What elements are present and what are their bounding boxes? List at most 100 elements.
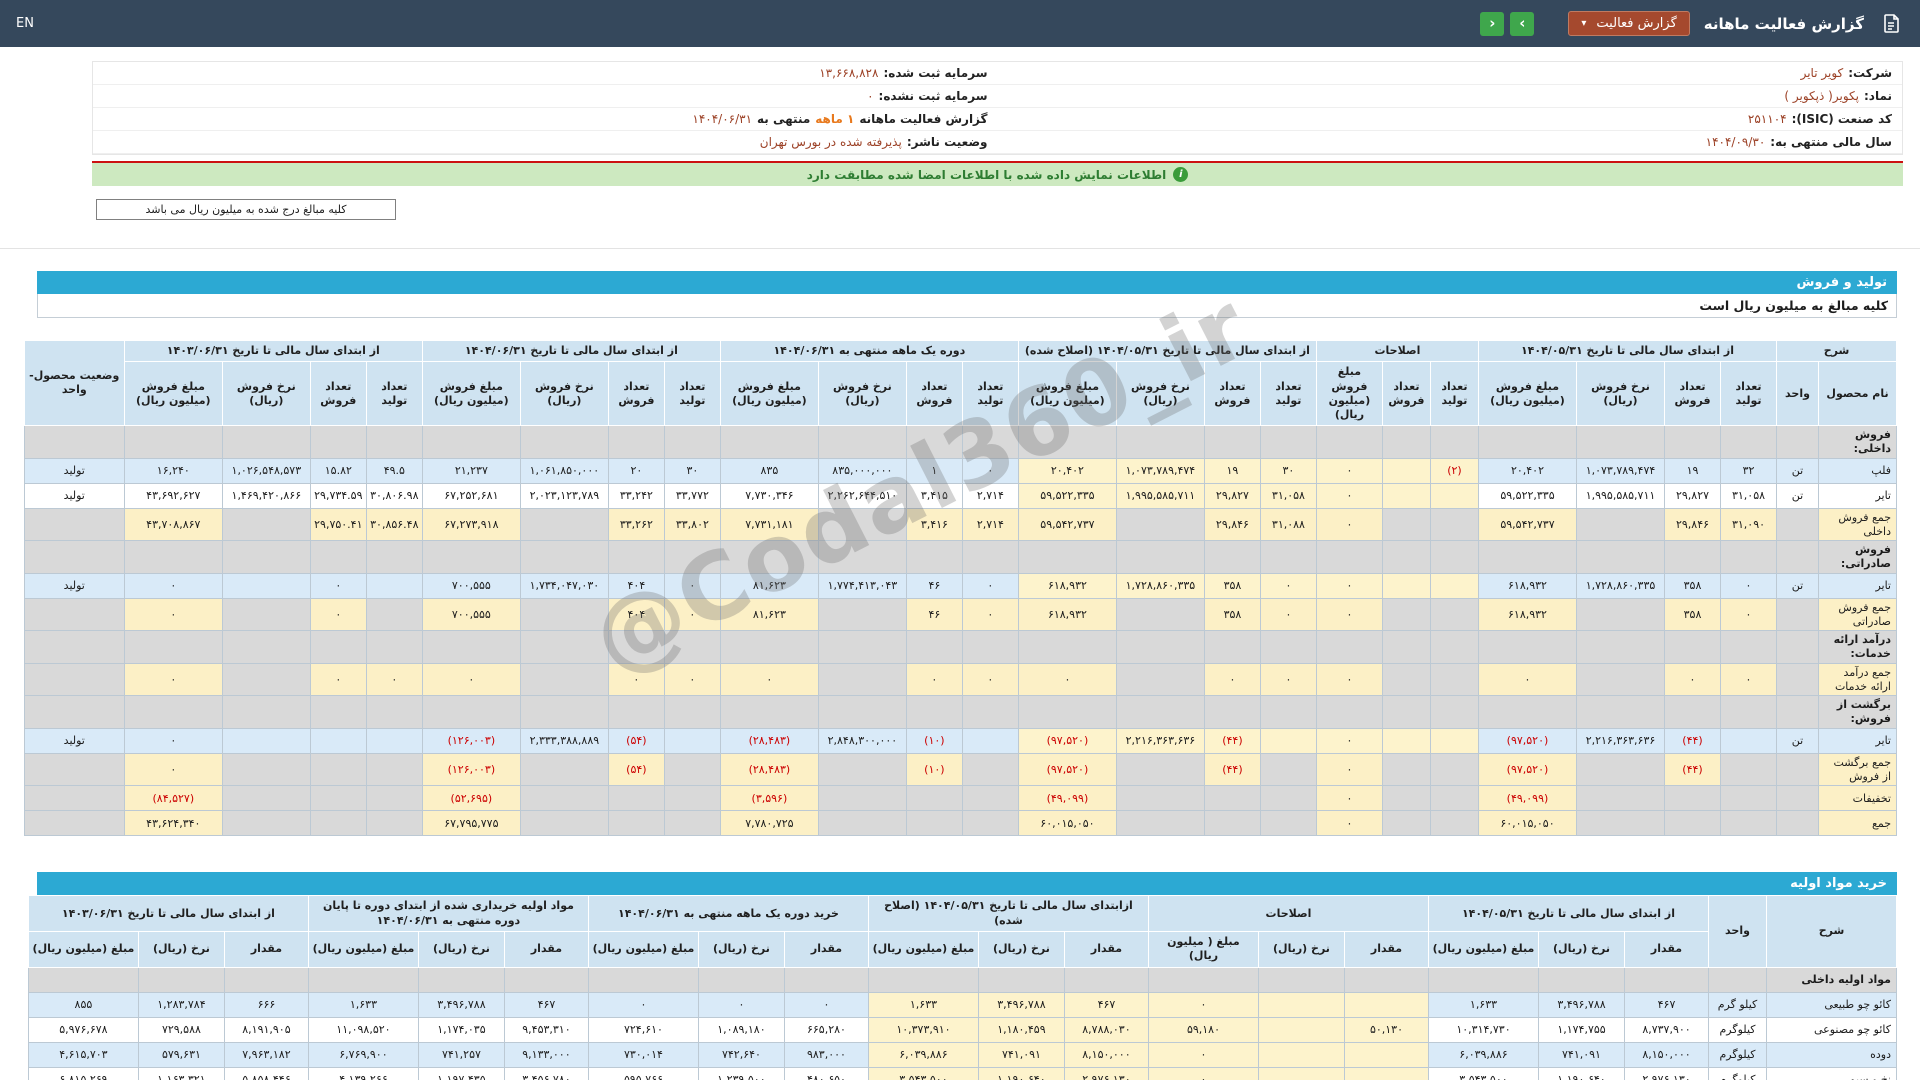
- signature-notice-text: اطلاعات نمایش داده شده با اطلاعات امضا ش…: [806, 167, 1167, 182]
- report-content: تولید و فروش کلیه مبالغ به میلیون ریال ا…: [23, 271, 1897, 1080]
- cell: ۱,۶۳۳: [867, 991, 979, 1018]
- cell: [365, 540, 423, 574]
- cell: [1576, 695, 1665, 729]
- cell: ۰: [961, 457, 1019, 484]
- cell: ۶,۰۳۹,۸۸۶: [1427, 1041, 1540, 1068]
- cell: ۱۰,۳۷۳,۹۱۰: [867, 1016, 979, 1043]
- column-header: نرخ فروش (ریال): [519, 361, 609, 427]
- cell: [1203, 785, 1261, 812]
- report-type-dropdown[interactable]: گزارش فعالیت ▾: [1568, 11, 1690, 36]
- cell: دوده: [1766, 1041, 1897, 1068]
- cell: ۸,۱۵۰,۰۰۰: [1063, 1041, 1149, 1068]
- total-row: جمع درآمد ارائه خدمات ۰ ۰ ۰ ۰ ۰ ۰ ۰ ۰ ۰ ۰ ۰ ۰ ۰ ۰ ۰ ۰: [23, 662, 1897, 697]
- cell: [1477, 540, 1578, 574]
- cell: ۳۳,۷۷۲: [663, 482, 721, 509]
- cell: [817, 630, 907, 664]
- cell: [1776, 425, 1819, 459]
- info-row-company: شرکت: کویر تایر: [997, 62, 1902, 85]
- cell: [365, 695, 423, 729]
- column-header: تعداد فروش: [905, 361, 963, 427]
- column-header: واحد: [1708, 895, 1767, 968]
- cell: [1115, 810, 1205, 837]
- cell: [23, 810, 125, 837]
- cell: [961, 785, 1019, 812]
- cell: [1203, 810, 1261, 837]
- info-value: پذیرفته شده در بورس تهران: [759, 135, 902, 149]
- cell: [137, 966, 225, 993]
- cell: ۳,۴۵۶,۷۸۰: [503, 1066, 589, 1080]
- cell: ۸,۱۹۱,۹۰۵: [223, 1016, 309, 1043]
- cell: ۷۴۱,۰۹۱: [1538, 1041, 1625, 1068]
- cell: تولید: [23, 727, 125, 754]
- report-copy-icon[interactable]: [1878, 11, 1904, 37]
- cell: ۱۰,۳۱۴,۷۳۰: [1427, 1016, 1540, 1043]
- info-value[interactable]: کویر تایر: [1801, 66, 1844, 80]
- cell: [1576, 810, 1665, 837]
- cell: [961, 425, 1019, 459]
- cell: [817, 752, 907, 787]
- section-title-purchase: خرید مواد اولیه: [37, 872, 1897, 896]
- info-label: سرمایه ثبت نشده:: [878, 89, 988, 103]
- cell: ۰: [1147, 1066, 1259, 1080]
- cell: [1720, 727, 1777, 754]
- next-report-button[interactable]: ›: [1510, 11, 1535, 36]
- column-header: مبلغ (میلیون ریال): [27, 931, 139, 968]
- cell: ۸۳۵: [719, 457, 819, 484]
- cell: (۴۴): [1203, 752, 1261, 787]
- column-header: مبلغ فروش (میلیون ریال): [1017, 361, 1117, 427]
- info-row: سرمایه ثبت شده: ۱۳,۶۶۸,۸۲۸: [93, 62, 998, 85]
- cell: ۳۵۸: [1664, 597, 1721, 632]
- cell: ۹,۱۳۳,۰۰۰: [503, 1041, 589, 1068]
- info-label: نماد:: [1863, 89, 1892, 103]
- column-header: مقدار: [1063, 931, 1149, 968]
- cell: [1315, 425, 1383, 459]
- column-header: تعداد فروش: [1203, 361, 1261, 427]
- cell: [663, 810, 721, 837]
- cell: [607, 540, 665, 574]
- section-row: مواد اولیه داخلی: [27, 966, 1897, 993]
- product-row: کائو چو مصنوعی کیلوگرم ۸,۷۳۷,۹۰۰ ۱,۱۷۴,۷۵۵ ۱…: [27, 1016, 1897, 1043]
- cell: [1381, 597, 1431, 632]
- cell: [719, 630, 819, 664]
- cell: ۰: [1147, 991, 1259, 1018]
- cell: [1720, 810, 1777, 837]
- cell: جمع فروش داخلی: [1818, 507, 1897, 542]
- column-header: تعداد تولید: [365, 361, 423, 427]
- cell: ۰: [697, 991, 785, 1018]
- cell: ۸,۷۸۸,۰۳۰: [1063, 1016, 1149, 1043]
- top-navbar: گزارش فعالیت ماهانه گزارش فعالیت ▾ › ‹ E…: [0, 0, 1920, 47]
- cell: ۶۷,۷۹۵,۷۷۵: [421, 810, 521, 837]
- cell: [1429, 785, 1479, 812]
- info-icon: i: [1173, 167, 1189, 182]
- cell: ۲,۹۷۶,۱۳۰: [1624, 1066, 1709, 1080]
- prev-report-button[interactable]: ‹: [1480, 11, 1505, 36]
- cell: [1477, 425, 1578, 459]
- company-info-section: شرکت: کویر تایر سرمایه ثبت شده: ۱۳,۶۶۸,۸۲۸ ن…: [92, 61, 1903, 220]
- cell: [1429, 810, 1479, 837]
- cell: [1576, 540, 1665, 574]
- cell: [309, 425, 367, 459]
- cell: ۰: [1259, 662, 1317, 697]
- cell: [1576, 507, 1665, 542]
- cell: ۰: [1147, 1041, 1259, 1068]
- cell: [867, 966, 979, 993]
- language-toggle[interactable]: EN: [16, 16, 34, 31]
- cell: کیلوگرم: [1708, 1066, 1767, 1080]
- cell: [1429, 752, 1479, 787]
- cell: [309, 540, 367, 574]
- cell: ۳۰: [663, 457, 721, 484]
- cell: [1203, 630, 1261, 664]
- cell: [905, 630, 963, 664]
- cell: [1259, 630, 1317, 664]
- cell: [607, 630, 665, 664]
- total-row: جمع برگشت از فروش (۴۴) (۹۷,۵۲۰) ۰ (۴۴) (۹۷,۵۲…: [23, 752, 1897, 787]
- cell: ۶۱۸,۹۳۲: [1477, 572, 1578, 599]
- column-header: اصلاحات: [1315, 339, 1479, 363]
- column-header: تعداد فروش: [309, 361, 367, 427]
- column-header: نرخ (ریال): [977, 931, 1065, 968]
- cell: [1429, 540, 1479, 574]
- info-row: وضعیت ناشر: پذیرفته شده در بورس تهران: [93, 131, 998, 154]
- cell: ۱,۷۳۴,۰۴۷,۰۳۰: [519, 572, 609, 599]
- cell: [1115, 597, 1205, 632]
- cell: [309, 752, 367, 787]
